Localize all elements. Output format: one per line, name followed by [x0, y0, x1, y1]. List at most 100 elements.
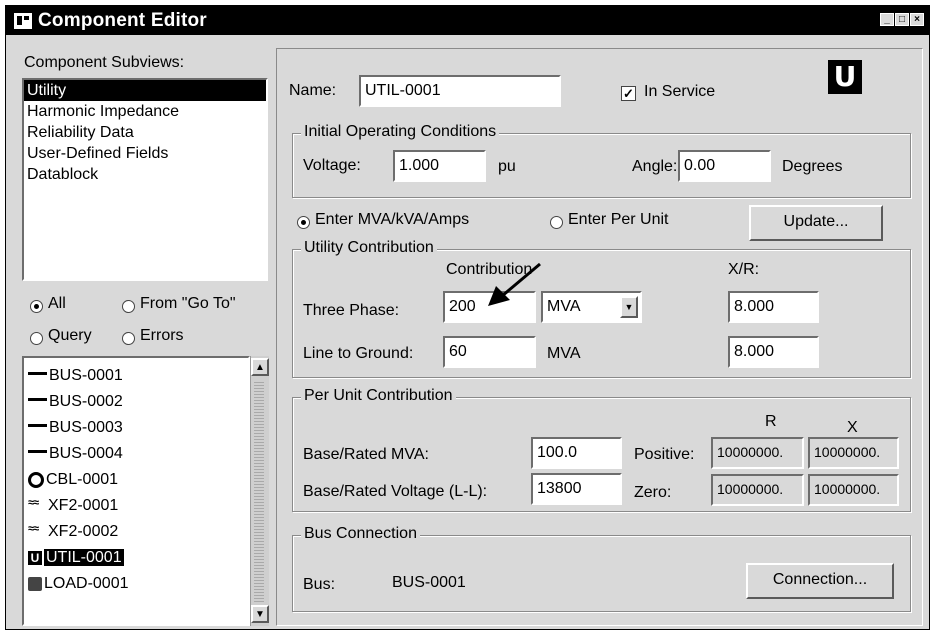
enter-per-unit-label[interactable]: Enter Per Unit — [568, 211, 668, 229]
filter-errors-label[interactable]: Errors — [140, 327, 184, 345]
chevron-down-icon[interactable]: ▼ — [620, 296, 638, 318]
name-input[interactable]: UTIL-0001 — [359, 75, 561, 107]
component-label: LOAD-0001 — [44, 575, 129, 592]
bus-icon — [28, 372, 47, 376]
component-label: BUS-0001 — [49, 367, 123, 384]
enter-mva-label[interactable]: Enter MVA/kVA/Amps — [315, 211, 469, 229]
utility-contribution-legend: Utility Contribution — [301, 239, 437, 257]
ltg-unit: MVA — [547, 345, 581, 362]
component-label: BUS-0003 — [49, 419, 123, 436]
zero-r-field: 10000000. — [711, 474, 804, 506]
close-icon[interactable]: × — [910, 13, 924, 26]
zero-label: Zero: — [634, 484, 672, 501]
bus-icon — [28, 398, 47, 402]
subview-item[interactable]: Reliability Data — [24, 122, 266, 143]
filter-query-radio[interactable] — [30, 332, 43, 345]
base-mva-input[interactable]: 100.0 — [531, 437, 622, 469]
subviews-list[interactable]: Utility Harmonic Impedance Reliability Dat… — [22, 78, 268, 281]
filter-query-label[interactable]: Query — [48, 327, 92, 345]
transformer-icon: ≈≈ — [28, 496, 39, 509]
three-phase-unit-value: MVA — [547, 298, 581, 315]
three-phase-label: Three Phase: — [303, 302, 400, 319]
scrollbar-track[interactable] — [254, 380, 264, 602]
transformer-icon: ≈≈ — [28, 522, 39, 535]
filter-all-radio[interactable] — [30, 300, 43, 313]
component-label: UTIL-0001 — [44, 549, 124, 566]
subview-item[interactable]: Utility — [24, 80, 266, 101]
filter-errors-radio[interactable] — [122, 332, 135, 345]
filter-goto-label[interactable]: From "Go To" — [140, 295, 236, 313]
subview-item[interactable]: Datablock — [24, 164, 266, 185]
connection-button[interactable]: Connection... — [746, 563, 894, 599]
component-list-scrollbar[interactable]: ▲ ▼ — [250, 356, 269, 626]
per-unit-contribution-legend: Per Unit Contribution — [301, 387, 456, 405]
utility-logo-icon: U — [828, 60, 862, 94]
component-label: BUS-0002 — [49, 393, 123, 410]
filter-goto-radio[interactable] — [122, 300, 135, 313]
voltage-label: Voltage: — [303, 157, 361, 174]
component-list-item[interactable]: BUS-0001 — [28, 363, 123, 388]
three-phase-unit-select[interactable]: MVA ▼ — [541, 291, 642, 323]
angle-input[interactable]: 0.00 — [678, 150, 771, 182]
in-service-checkbox[interactable]: ✓ — [621, 86, 636, 101]
scroll-up-icon[interactable]: ▲ — [251, 358, 269, 376]
bus-label: Bus: — [303, 576, 336, 593]
component-list-item[interactable]: BUS-0003 — [28, 415, 123, 440]
angle-unit: Degrees — [782, 158, 843, 175]
component-list-item[interactable]: ≈≈ XF2-0002 — [28, 519, 118, 544]
subview-item[interactable]: Harmonic Impedance — [24, 101, 266, 122]
bus-icon — [28, 450, 47, 454]
base-mva-label: Base/Rated MVA: — [303, 446, 429, 463]
xr-header: X/R: — [728, 261, 760, 278]
r-header: R — [765, 413, 777, 430]
cable-icon — [28, 471, 44, 488]
component-list-item[interactable]: BUS-0002 — [28, 389, 123, 414]
in-service-label[interactable]: In Service — [644, 83, 715, 101]
component-label: XF2-0001 — [48, 497, 119, 514]
subview-item[interactable]: User-Defined Fields — [24, 143, 266, 164]
name-label: Name: — [289, 82, 337, 99]
load-icon — [28, 576, 42, 591]
ltg-label: Line to Ground: — [303, 345, 414, 362]
bus-connection-legend: Bus Connection — [301, 525, 420, 543]
base-voltage-label: Base/Rated Voltage (L-L): — [303, 483, 488, 500]
minimize-icon[interactable]: _ — [880, 13, 894, 26]
filter-all-label[interactable]: All — [48, 295, 66, 313]
title-bar[interactable]: Component Editor _ □ × — [6, 6, 929, 35]
enter-mva-radio[interactable] — [297, 216, 310, 229]
positive-r-field: 10000000. — [711, 437, 804, 469]
component-list-item[interactable]: CBL-0001 — [28, 467, 118, 492]
utility-icon: U — [28, 550, 42, 565]
maximize-icon[interactable]: □ — [895, 13, 909, 26]
component-label: BUS-0004 — [49, 445, 123, 462]
bus-icon — [28, 424, 47, 428]
update-button[interactable]: Update... — [749, 205, 883, 241]
ltg-input[interactable]: 60 — [443, 336, 536, 368]
ltg-xr-input[interactable]: 8.000 — [728, 336, 819, 368]
scroll-down-icon[interactable]: ▼ — [251, 605, 269, 623]
enter-per-unit-radio[interactable] — [550, 216, 563, 229]
component-list-item[interactable]: ≈≈ XF2-0001 — [28, 493, 118, 518]
initial-conditions-legend: Initial Operating Conditions — [301, 123, 500, 141]
component-list-item[interactable]: LOAD-0001 — [28, 571, 129, 596]
voltage-input[interactable]: 1.000 — [393, 150, 486, 182]
component-label: XF2-0002 — [48, 523, 119, 540]
voltage-unit: pu — [498, 158, 516, 175]
component-editor-window: Component Editor _ □ × Component Subview… — [5, 5, 930, 630]
zero-x-field: 10000000. — [808, 474, 899, 506]
component-list[interactable]: BUS-0001 BUS-0002 BUS-0003 BUS-0004 CBL-0001… — [22, 356, 250, 626]
positive-label: Positive: — [634, 446, 695, 463]
component-list-item[interactable]: BUS-0004 — [28, 441, 123, 466]
window-title: Component Editor — [38, 10, 207, 31]
annotation-arrow-icon — [488, 262, 541, 306]
app-icon — [14, 13, 32, 29]
positive-x-field: 10000000. — [808, 437, 899, 469]
angle-label: Angle: — [632, 158, 678, 175]
base-voltage-input[interactable]: 13800 — [531, 473, 622, 505]
bus-value: BUS-0001 — [392, 574, 466, 591]
x-header: X — [847, 419, 858, 436]
subviews-label: Component Subviews: — [24, 54, 185, 71]
component-list-item[interactable]: U UTIL-0001 — [28, 545, 124, 570]
three-phase-xr-input[interactable]: 8.000 — [728, 291, 819, 323]
component-label: CBL-0001 — [46, 471, 119, 488]
